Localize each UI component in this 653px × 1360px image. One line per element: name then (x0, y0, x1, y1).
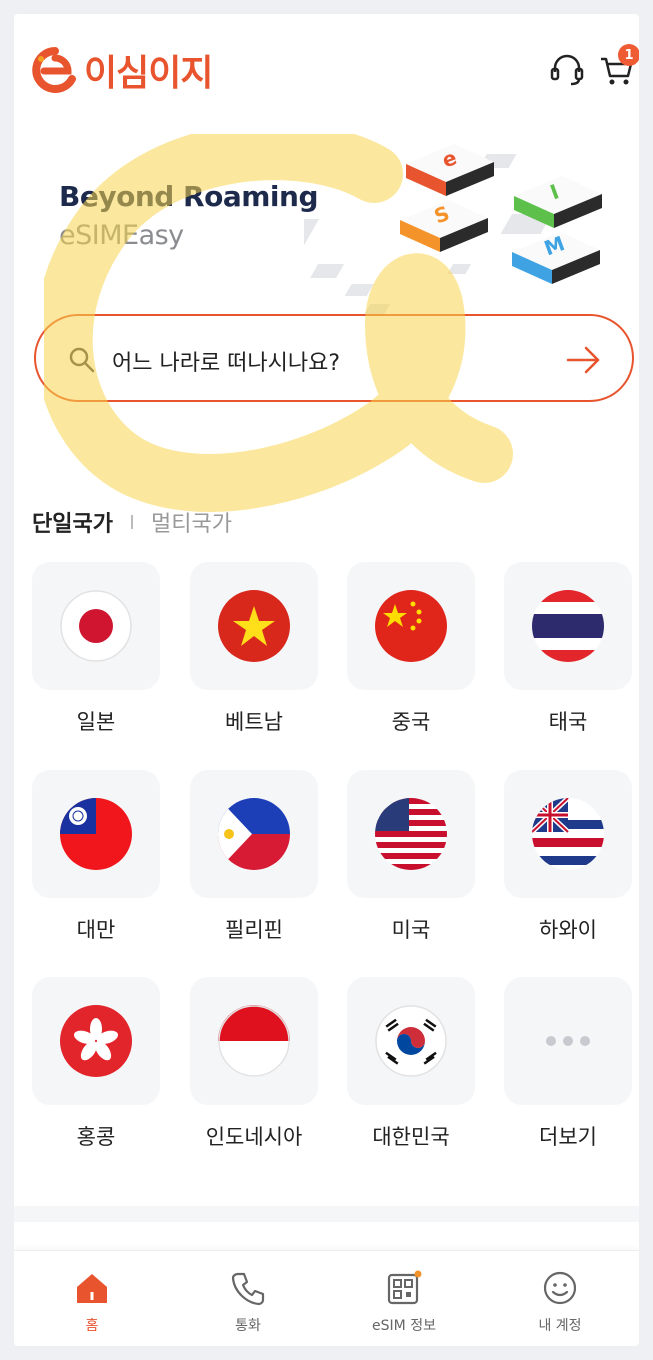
hawaii-flag-icon (532, 798, 604, 870)
country-tile-philippines[interactable] (190, 770, 318, 898)
account-icon (543, 1271, 577, 1305)
country-tile-hongkong[interactable] (32, 977, 160, 1105)
home-icon (77, 1274, 107, 1303)
china-flag-icon (375, 590, 447, 662)
country-label: 하와이 (539, 918, 597, 942)
search-icon (69, 347, 95, 373)
country-label: 필리핀 (225, 918, 283, 942)
tab-divider (130, 515, 133, 529)
logo-text: 이심이지 (84, 53, 213, 94)
country-tile-china[interactable] (347, 562, 475, 690)
more-countries-tile[interactable] (504, 977, 632, 1105)
japan-flag-icon (60, 590, 132, 662)
country-tile-thailand[interactable] (504, 562, 632, 690)
country-tile-hawaii[interactable] (504, 770, 632, 898)
logo-mark-icon (32, 47, 76, 93)
country-label: 미국 (391, 918, 431, 942)
country-label: 홍콩 (76, 1125, 116, 1149)
tab-single-country[interactable]: 단일국가 (32, 506, 113, 538)
section-divider (14, 1206, 639, 1222)
country-label: 대만 (76, 918, 116, 942)
country-label: 베트남 (225, 710, 283, 734)
headset-icon[interactable] (549, 52, 585, 88)
country-label: 태국 (548, 710, 588, 734)
nav-label: 통화 (235, 1318, 261, 1334)
thailand-flag-icon (532, 590, 604, 662)
bottom-nav: 홈 통화 eSIM 정보 내 계정 (14, 1250, 639, 1346)
app-logo[interactable]: 이심이지 (32, 44, 213, 96)
country-label: 중국 (391, 710, 431, 734)
search-bar[interactable]: 어느 나라로 떠나시나요? (34, 314, 634, 402)
philippines-flag-icon (218, 798, 290, 870)
country-label: 일본 (76, 710, 116, 734)
country-tile-taiwan[interactable] (32, 770, 160, 898)
banner-subtitle: eSIMEasy (59, 220, 184, 251)
nav-account[interactable]: 내 계정 (482, 1251, 638, 1346)
country-tile-indonesia[interactable] (190, 977, 318, 1105)
country-tile-usa[interactable] (347, 770, 475, 898)
phone-icon (231, 1272, 265, 1306)
country-label: 인도네시아 (205, 1125, 303, 1149)
hongkong-flag-icon (60, 1005, 132, 1077)
cart-badge: 1 (618, 44, 639, 66)
country-tile-vietnam[interactable] (190, 562, 318, 690)
country-tile-japan[interactable] (32, 562, 160, 690)
country-type-tabs: 단일국가 멀티국가 (32, 506, 232, 538)
indonesia-flag-icon (218, 1005, 290, 1077)
nav-call[interactable]: 통화 (170, 1251, 326, 1346)
arrow-right-icon[interactable] (564, 344, 604, 376)
app-screen: 이심이지 1 Beyond Roaming eSIMEasy e I S M 어… (14, 14, 639, 1346)
taiwan-flag-icon (60, 798, 132, 870)
korea-flag-icon (375, 1005, 447, 1077)
esim-info-icon (387, 1270, 422, 1305)
header: 이심이지 1 (14, 14, 639, 124)
usa-flag-icon (375, 798, 447, 870)
nav-label: eSIM 정보 (372, 1318, 436, 1334)
nav-label: 홈 (85, 1318, 99, 1334)
vietnam-flag-icon (218, 590, 290, 662)
country-label: 대한민국 (372, 1125, 450, 1149)
nav-label: 내 계정 (538, 1318, 582, 1334)
search-placeholder: 어느 나라로 떠나시나요? (112, 351, 341, 376)
country-tile-korea[interactable] (347, 977, 475, 1105)
esim-blocks-illustration: e I S M (304, 144, 602, 314)
more-dots-icon (546, 1036, 590, 1046)
nav-home[interactable]: 홈 (14, 1251, 170, 1346)
nav-esim-info[interactable]: eSIM 정보 (326, 1251, 482, 1346)
country-label: 더보기 (539, 1125, 597, 1149)
banner-title: Beyond Roaming (59, 180, 319, 213)
tab-multi-country[interactable]: 멀티국가 (151, 506, 232, 538)
